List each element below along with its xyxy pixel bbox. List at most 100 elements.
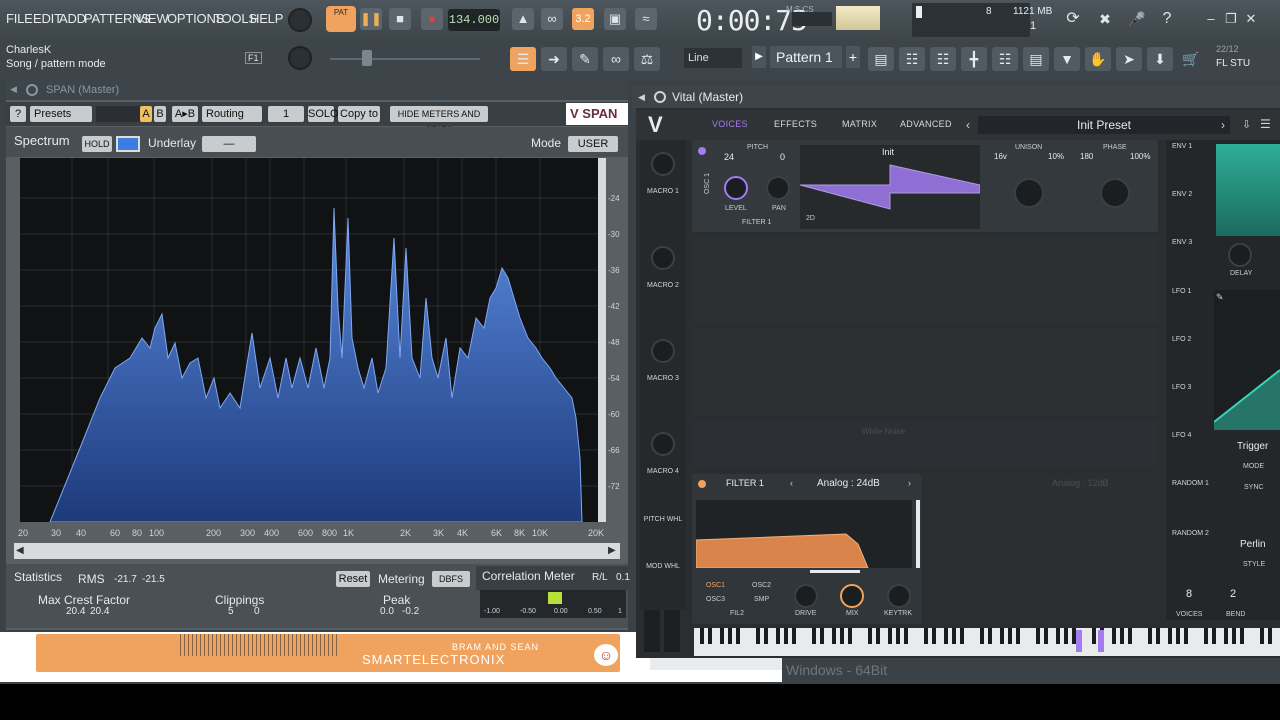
filter-keytrack-knob[interactable] <box>887 584 911 608</box>
random2-tab[interactable]: RANDOM 2 <box>1172 530 1209 537</box>
download-icon[interactable]: ⬇ <box>1147 47 1173 71</box>
span-solo-button[interactable]: SOLO <box>308 106 339 122</box>
filter1-blend-bar[interactable] <box>810 570 860 573</box>
menu-edit[interactable]: EDIT <box>33 11 62 26</box>
file-icon[interactable]: ▤ <box>1023 47 1049 71</box>
env1-tab[interactable]: ENV 1 <box>1172 143 1192 150</box>
span-routing-button[interactable]: Routing <box>202 106 262 122</box>
plugin-icon[interactable]: ▼ <box>1054 47 1080 71</box>
minimize-icon[interactable]: – <box>1200 8 1222 30</box>
osc1-filter-route[interactable]: FILTER 1 <box>742 219 771 226</box>
tools-icon[interactable]: ✖ <box>1094 8 1116 30</box>
macro2-knob[interactable] <box>651 246 675 270</box>
countdown-toggle[interactable]: 3.2 <box>572 8 594 30</box>
spectrum-scrollbar[interactable] <box>14 543 620 559</box>
brush-icon[interactable]: ✎ <box>572 47 598 71</box>
preset-name[interactable]: Init Preset <box>978 116 1230 134</box>
news-text[interactable]: FL STU <box>1216 58 1250 69</box>
sample-panel[interactable] <box>692 420 1158 466</box>
unison-voices[interactable]: 16v <box>994 152 1007 161</box>
stats-reset-button[interactable]: Reset <box>336 571 370 587</box>
lfo2-tab[interactable]: LFO 2 <box>1172 336 1191 343</box>
pause-button[interactable]: ❚❚ <box>360 8 382 30</box>
refresh-icon[interactable]: ⟳ <box>1062 8 1084 30</box>
wait-input-icon[interactable]: ∞ <box>541 8 563 30</box>
lfo1-tab[interactable]: LFO 1 <box>1172 288 1191 295</box>
pitch-wheel[interactable] <box>644 610 660 652</box>
filter-prev-icon[interactable]: ‹ <box>790 478 793 488</box>
pitch-slider-handle[interactable] <box>362 50 372 66</box>
hold-button[interactable]: HOLD <box>82 136 112 152</box>
macro1-knob[interactable] <box>651 152 675 176</box>
lfo-paint-icon[interactable]: ✎ <box>1216 292 1224 303</box>
channel-rack-icon[interactable]: ☷ <box>930 47 956 71</box>
span-gear-icon[interactable] <box>26 84 38 96</box>
macro3-knob[interactable] <box>651 339 675 363</box>
underlay-select[interactable]: — <box>202 136 256 152</box>
add-pattern-icon[interactable]: + <box>846 46 860 68</box>
unison-knob[interactable] <box>1014 178 1044 208</box>
osc1-transpose[interactable]: 24 <box>724 152 734 162</box>
filter2-panel[interactable] <box>926 474 1160 624</box>
cart-icon[interactable]: 🛒 <box>1178 47 1204 71</box>
mixer-icon[interactable]: ╋ <box>961 47 987 71</box>
menu-add[interactable]: ADD <box>59 11 86 26</box>
span-help-button[interactable]: ? <box>10 106 26 122</box>
span-b-button[interactable]: B <box>154 106 166 122</box>
metering-select[interactable]: DBFS <box>432 571 470 587</box>
unison-detune[interactable]: 10% <box>1048 152 1064 161</box>
osc2-panel[interactable] <box>692 236 1158 324</box>
preset-next-icon[interactable]: › <box>1221 118 1225 132</box>
osc1-tune[interactable]: 0 <box>780 152 785 162</box>
master-pitch-knob[interactable] <box>288 46 312 70</box>
random-style[interactable]: Perlin <box>1240 539 1266 550</box>
osc1-enable-toggle[interactable] <box>698 147 706 155</box>
lfo4-tab[interactable]: LFO 4 <box>1172 432 1191 439</box>
browser-icon[interactable]: ☷ <box>992 47 1018 71</box>
filter-drive-knob[interactable] <box>794 584 818 608</box>
maximize-icon[interactable]: ❐ <box>1220 8 1242 30</box>
render-icon[interactable]: ➤ <box>1116 47 1142 71</box>
mod-wheel[interactable] <box>664 610 680 652</box>
piano-roll-icon[interactable]: ☷ <box>899 47 925 71</box>
voices-value[interactable]: 8 <box>1186 588 1192 600</box>
span-window-title[interactable]: SPAN (Master) <box>6 80 628 100</box>
spectrum-plot[interactable] <box>20 158 598 523</box>
filter-mix-knob[interactable] <box>840 584 864 608</box>
link-icon[interactable]: ∞ <box>603 47 629 71</box>
filter1-type[interactable]: Analog : 24dB <box>817 478 880 489</box>
osc1-level-knob[interactable] <box>724 176 748 200</box>
snap-selector[interactable]: Line <box>684 48 742 68</box>
phase-knob[interactable] <box>1100 178 1130 208</box>
span-copy-button[interactable]: Copy to <box>338 106 380 122</box>
menu-help[interactable]: HELP <box>250 11 283 26</box>
stamp-icon[interactable]: ⚖ <box>634 47 660 71</box>
menu-icon[interactable]: ☰ <box>1260 117 1271 131</box>
tempo-display[interactable]: 134.000 <box>448 9 500 31</box>
lfo3-tab[interactable]: LFO 3 <box>1172 384 1191 391</box>
filter-osc2-route[interactable]: OSC2 <box>752 582 771 589</box>
vital-gear-icon[interactable] <box>654 91 666 103</box>
filter1-response-graph[interactable] <box>695 500 912 569</box>
master-volume-knob[interactable] <box>288 8 312 32</box>
tab-advanced[interactable]: ADVANCED <box>900 119 952 129</box>
filter-osc3-route[interactable]: OSC3 <box>706 596 725 603</box>
filter-sample-route[interactable]: SMP <box>754 596 769 603</box>
span-channel-button[interactable]: 1 <box>268 106 304 122</box>
filter1-resonance-bar[interactable] <box>916 500 920 568</box>
pattern-selector[interactable]: Pattern 1 <box>770 46 842 68</box>
env1-graph[interactable] <box>1216 144 1280 236</box>
filter-next-icon[interactable]: › <box>908 478 911 488</box>
random1-tab[interactable]: RANDOM 1 <box>1172 480 1209 487</box>
osc3-panel[interactable] <box>692 328 1158 416</box>
vital-keyboard[interactable] <box>694 628 1280 656</box>
tab-voices[interactable]: VOICES <box>712 119 748 129</box>
bend-value[interactable]: 2 <box>1230 588 1236 600</box>
arrow-right-icon[interactable]: ➜ <box>541 47 567 71</box>
span-hide-meters-button[interactable]: HIDE METERS AND STATS <box>390 106 488 135</box>
blend-notes-icon[interactable]: ≈ <box>635 8 657 30</box>
pattern-prev-icon[interactable]: ▶ <box>752 46 766 68</box>
osc1-dimension[interactable]: 2D <box>806 215 815 222</box>
metronome-icon[interactable]: ▲ <box>512 8 534 30</box>
osc1-wavetable[interactable] <box>799 145 981 229</box>
